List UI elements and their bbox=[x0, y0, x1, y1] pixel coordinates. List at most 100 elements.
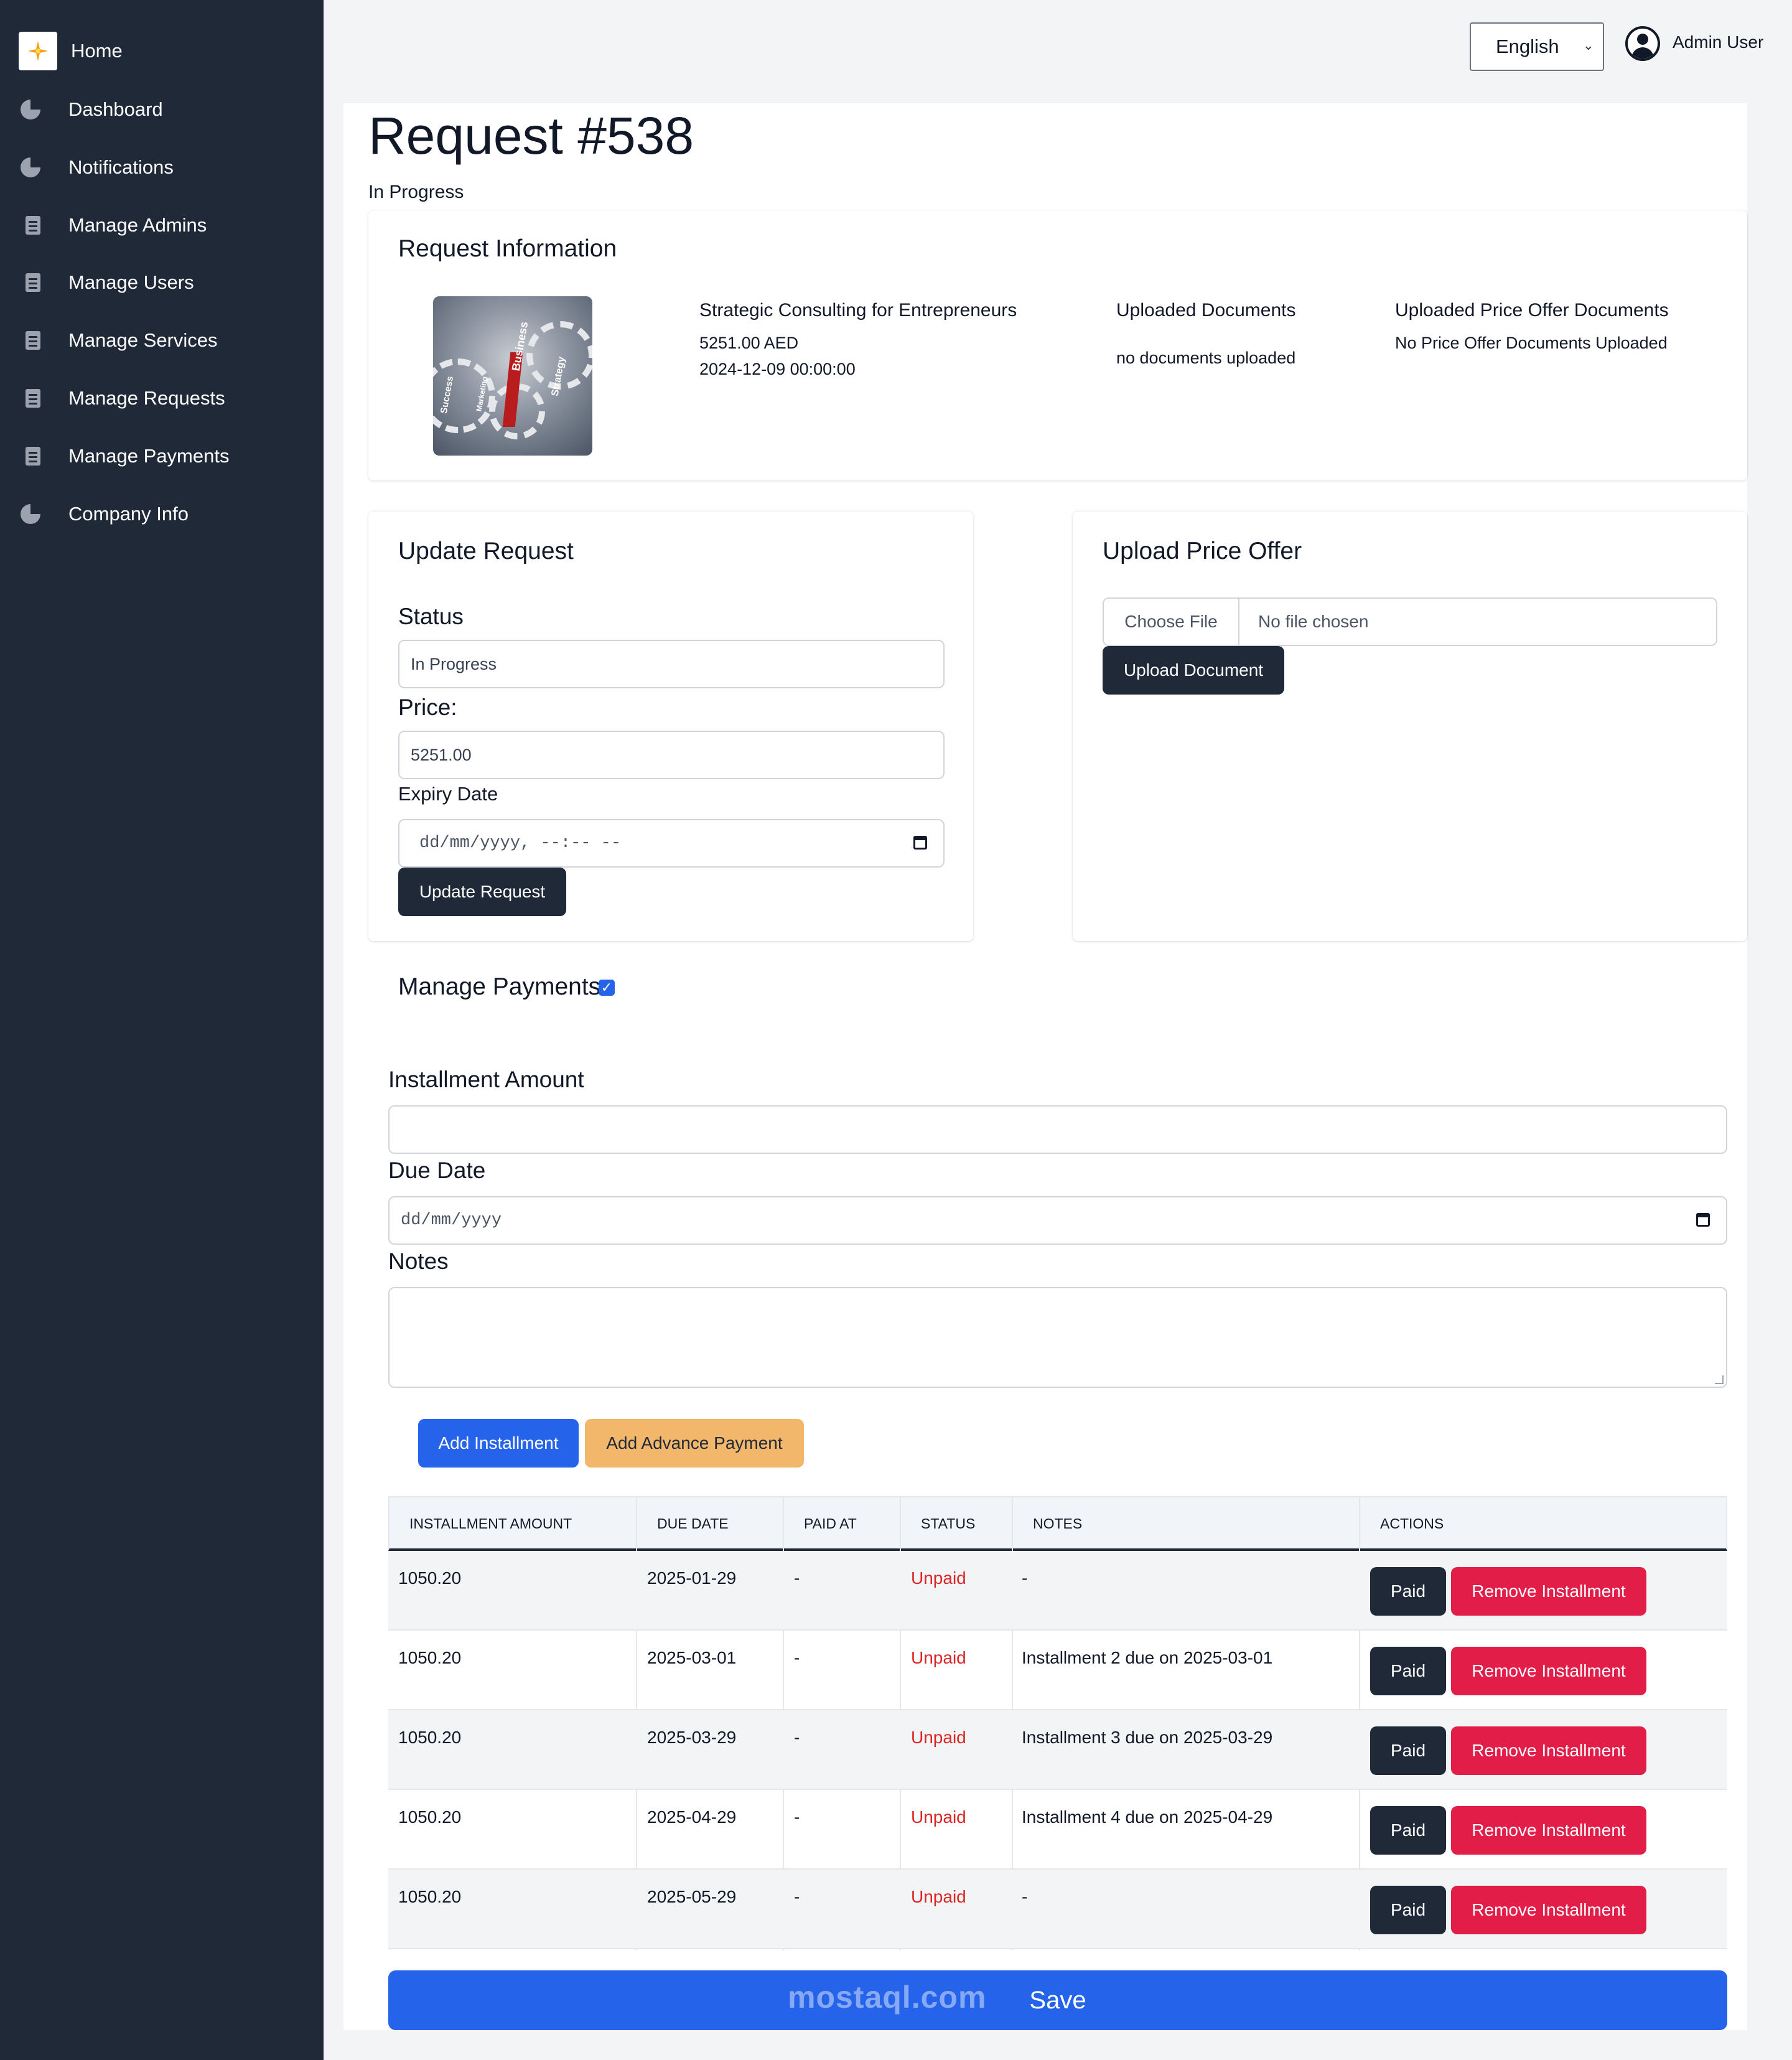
expiry-label: Expiry Date bbox=[398, 783, 498, 805]
cell-due-date: 2025-03-29 bbox=[647, 1728, 737, 1747]
table-row: 1050.20 2025-01-29 - Unpaid - Paid Remov… bbox=[388, 1551, 1727, 1631]
cell-notes: - bbox=[1022, 1568, 1028, 1588]
paid-button[interactable]: Paid bbox=[1370, 1647, 1446, 1695]
document-icon bbox=[19, 444, 42, 468]
paid-button[interactable]: Paid bbox=[1370, 1567, 1446, 1616]
cell-paid-at: - bbox=[794, 1887, 800, 1906]
sidebar-item-dashboard[interactable]: Dashboard bbox=[19, 91, 163, 128]
sidebar-item-label: Manage Admins bbox=[68, 214, 207, 236]
request-info-title: Request Information bbox=[398, 235, 617, 262]
expiry-placeholder: dd/mm/yyyy, --:-- -- bbox=[419, 834, 622, 853]
cell-amount: 1050.20 bbox=[398, 1648, 462, 1667]
cell-amount: 1050.20 bbox=[398, 1887, 462, 1906]
pie-chart-icon bbox=[19, 502, 42, 526]
sidebar-item-home[interactable]: Home bbox=[19, 32, 123, 70]
remove-installment-button[interactable]: Remove Installment bbox=[1451, 1886, 1646, 1934]
sidebar-item-label: Manage Payments bbox=[68, 445, 230, 467]
cell-paid-at: - bbox=[794, 1648, 800, 1667]
table-row: 1050.20 2025-04-29 - Unpaid Installment … bbox=[388, 1790, 1727, 1870]
sidebar-item-manage-requests[interactable]: Manage Requests bbox=[19, 380, 225, 417]
paid-button[interactable]: Paid bbox=[1370, 1726, 1446, 1775]
cell-amount: 1050.20 bbox=[398, 1728, 462, 1747]
remove-installment-button[interactable]: Remove Installment bbox=[1451, 1726, 1646, 1775]
pie-chart-icon bbox=[19, 98, 42, 121]
sidebar-item-manage-users[interactable]: Manage Users bbox=[19, 264, 194, 301]
user-name[interactable]: Admin User bbox=[1673, 32, 1763, 52]
calendar-icon[interactable] bbox=[913, 836, 927, 850]
cell-paid-at: - bbox=[794, 1728, 800, 1747]
chevron-down-icon: ⌄ bbox=[1582, 37, 1594, 53]
due-date-input[interactable]: dd/mm/yyyy bbox=[388, 1196, 1727, 1245]
cell-status: Unpaid bbox=[911, 1807, 966, 1827]
notes-label: Notes bbox=[388, 1248, 449, 1274]
installment-amount-input[interactable] bbox=[388, 1105, 1727, 1154]
column-header: ACTIONS bbox=[1380, 1515, 1444, 1532]
service-image: Business Success Strategy Marketing bbox=[433, 296, 592, 456]
save-button[interactable]: Save bbox=[388, 1970, 1727, 2030]
language-select[interactable]: English ⌄ bbox=[1470, 22, 1604, 71]
column-header: DUE DATE bbox=[657, 1515, 729, 1532]
sidebar-item-company-info[interactable]: Company Info bbox=[19, 495, 189, 533]
price-field-value: 5251.00 bbox=[411, 745, 472, 764]
update-request-button[interactable]: Update Request bbox=[398, 868, 566, 916]
table-row: 1050.20 2025-05-29 - Unpaid - Paid Remov… bbox=[388, 1870, 1727, 1949]
home-logo-icon bbox=[19, 32, 57, 70]
sidebar-item-label: Manage Users bbox=[68, 271, 194, 293]
cell-notes: Installment 3 due on 2025-03-29 bbox=[1022, 1728, 1273, 1747]
cell-paid-at: - bbox=[794, 1807, 800, 1827]
upload-document-button[interactable]: Upload Document bbox=[1103, 646, 1284, 695]
remove-installment-button[interactable]: Remove Installment bbox=[1451, 1806, 1646, 1855]
column-header: INSTALLMENT AMOUNT bbox=[409, 1515, 572, 1532]
column-header: PAID AT bbox=[804, 1515, 857, 1532]
add-advance-payment-button[interactable]: Add Advance Payment bbox=[585, 1419, 804, 1468]
page-title: Request #538 bbox=[368, 106, 694, 165]
cell-status: Unpaid bbox=[911, 1728, 966, 1747]
add-installment-button[interactable]: Add Installment bbox=[418, 1419, 579, 1468]
document-icon bbox=[19, 271, 42, 294]
notes-textarea[interactable] bbox=[388, 1287, 1727, 1388]
watermark: mostaql.com bbox=[788, 1980, 987, 2015]
paid-button[interactable]: Paid bbox=[1370, 1806, 1446, 1855]
sidebar-item-manage-services[interactable]: Manage Services bbox=[19, 322, 218, 359]
price-field[interactable]: 5251.00 bbox=[398, 731, 945, 779]
sidebar-item-manage-payments[interactable]: Manage Payments bbox=[19, 438, 229, 475]
service-price: 5251.00 AED bbox=[699, 334, 799, 352]
remove-installment-button[interactable]: Remove Installment bbox=[1451, 1567, 1646, 1616]
remove-installment-button[interactable]: Remove Installment bbox=[1451, 1647, 1646, 1695]
due-date-label: Due Date bbox=[388, 1158, 486, 1183]
table-header: INSTALLMENT AMOUNT DUE DATE PAID AT STAT… bbox=[388, 1496, 1727, 1551]
upload-price-offer-title: Upload Price Offer bbox=[1103, 538, 1302, 564]
choose-file-button[interactable]: Choose File bbox=[1104, 599, 1239, 645]
resize-handle-icon[interactable] bbox=[1715, 1375, 1724, 1384]
user-avatar-icon[interactable] bbox=[1625, 26, 1660, 61]
cell-status: Unpaid bbox=[911, 1568, 966, 1588]
cell-due-date: 2025-04-29 bbox=[647, 1807, 737, 1827]
file-input[interactable]: Choose File No file chosen bbox=[1103, 597, 1717, 646]
document-icon bbox=[19, 386, 42, 410]
cell-paid-at: - bbox=[794, 1568, 800, 1588]
page-status: In Progress bbox=[368, 182, 464, 202]
sidebar-item-label: Manage Services bbox=[68, 329, 218, 351]
sidebar-item-manage-admins[interactable]: Manage Admins bbox=[19, 207, 207, 244]
manage-payments-checkbox[interactable]: ✓ bbox=[599, 980, 615, 996]
sidebar-item-label: Manage Requests bbox=[68, 387, 225, 409]
status-label: Status bbox=[398, 604, 464, 629]
cell-notes: - bbox=[1022, 1887, 1028, 1906]
column-header: STATUS bbox=[921, 1515, 976, 1532]
cell-due-date: 2025-05-29 bbox=[647, 1887, 737, 1906]
expiry-date-field[interactable]: dd/mm/yyyy, --:-- -- bbox=[398, 819, 945, 868]
cell-due-date: 2025-01-29 bbox=[647, 1568, 737, 1588]
manage-payments-title: Manage Payments bbox=[398, 973, 601, 1000]
cell-notes: Installment 4 due on 2025-04-29 bbox=[1022, 1807, 1273, 1827]
status-field[interactable]: In Progress bbox=[398, 640, 945, 688]
table-row: 1050.20 2025-03-01 - Unpaid Installment … bbox=[388, 1631, 1727, 1710]
upload-price-offer-card bbox=[1073, 512, 1747, 941]
paid-button[interactable]: Paid bbox=[1370, 1886, 1446, 1934]
sidebar-item-label: Notifications bbox=[68, 156, 174, 178]
calendar-icon[interactable] bbox=[1696, 1213, 1710, 1227]
cell-status: Unpaid bbox=[911, 1887, 966, 1906]
sidebar-item-notifications[interactable]: Notifications bbox=[19, 149, 174, 186]
cell-amount: 1050.20 bbox=[398, 1807, 462, 1827]
price-offer-docs-title: Uploaded Price Offer Documents bbox=[1395, 300, 1669, 321]
update-request-title: Update Request bbox=[398, 538, 574, 564]
